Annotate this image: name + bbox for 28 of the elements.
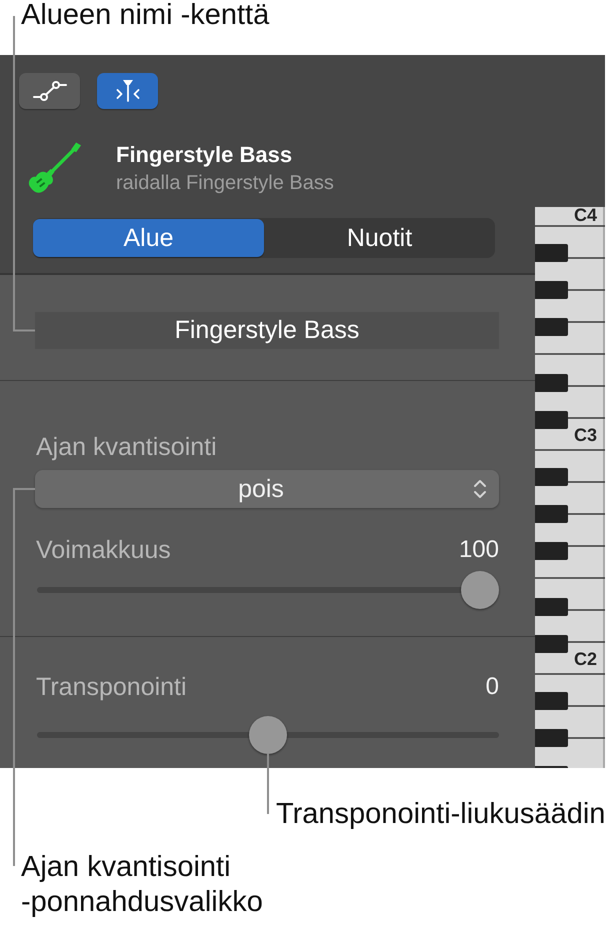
track-name: Fingerstyle Bass bbox=[116, 143, 294, 167]
callout-label: Transponointi-liukusäädin bbox=[276, 798, 606, 831]
bass-guitar-icon bbox=[27, 141, 82, 195]
track-subtitle: raidalla Fingerstyle Bass bbox=[116, 173, 334, 193]
quantize-popup[interactable]: pois bbox=[35, 470, 499, 508]
note-label: C3 bbox=[574, 426, 597, 444]
segment-tab[interactable]: Alue bbox=[33, 219, 264, 257]
control-label: Ajan kvantisointi bbox=[36, 432, 217, 462]
slider-thumb[interactable] bbox=[461, 571, 499, 609]
leader-line bbox=[267, 753, 269, 815]
region-name-field[interactable]: Fingerstyle Bass bbox=[35, 312, 499, 349]
slider-value: 100 bbox=[458, 535, 499, 565]
slider-track[interactable] bbox=[37, 571, 499, 609]
segment-tab[interactable]: Nuotit bbox=[264, 219, 495, 257]
slider-value: 0 bbox=[486, 672, 499, 702]
callout-label: Ajan kvantisointi -ponnahdusvalikko bbox=[21, 850, 263, 920]
slider-thumb[interactable] bbox=[249, 716, 287, 754]
slider-label: Transponointi bbox=[36, 672, 187, 702]
node-line-icon bbox=[32, 81, 66, 101]
up-down-chevron-icon bbox=[473, 478, 487, 500]
callout-label: Alueen nimi -kenttä bbox=[21, 0, 270, 32]
note-label: C4 bbox=[574, 206, 597, 224]
slider-label: Voimakkuus bbox=[36, 535, 171, 565]
note-label: C2 bbox=[574, 650, 597, 668]
toolbar-button[interactable] bbox=[97, 73, 158, 109]
toolbar-button[interactable] bbox=[19, 73, 80, 109]
slider-track[interactable] bbox=[37, 716, 499, 754]
pin-arrows-icon bbox=[116, 80, 140, 102]
